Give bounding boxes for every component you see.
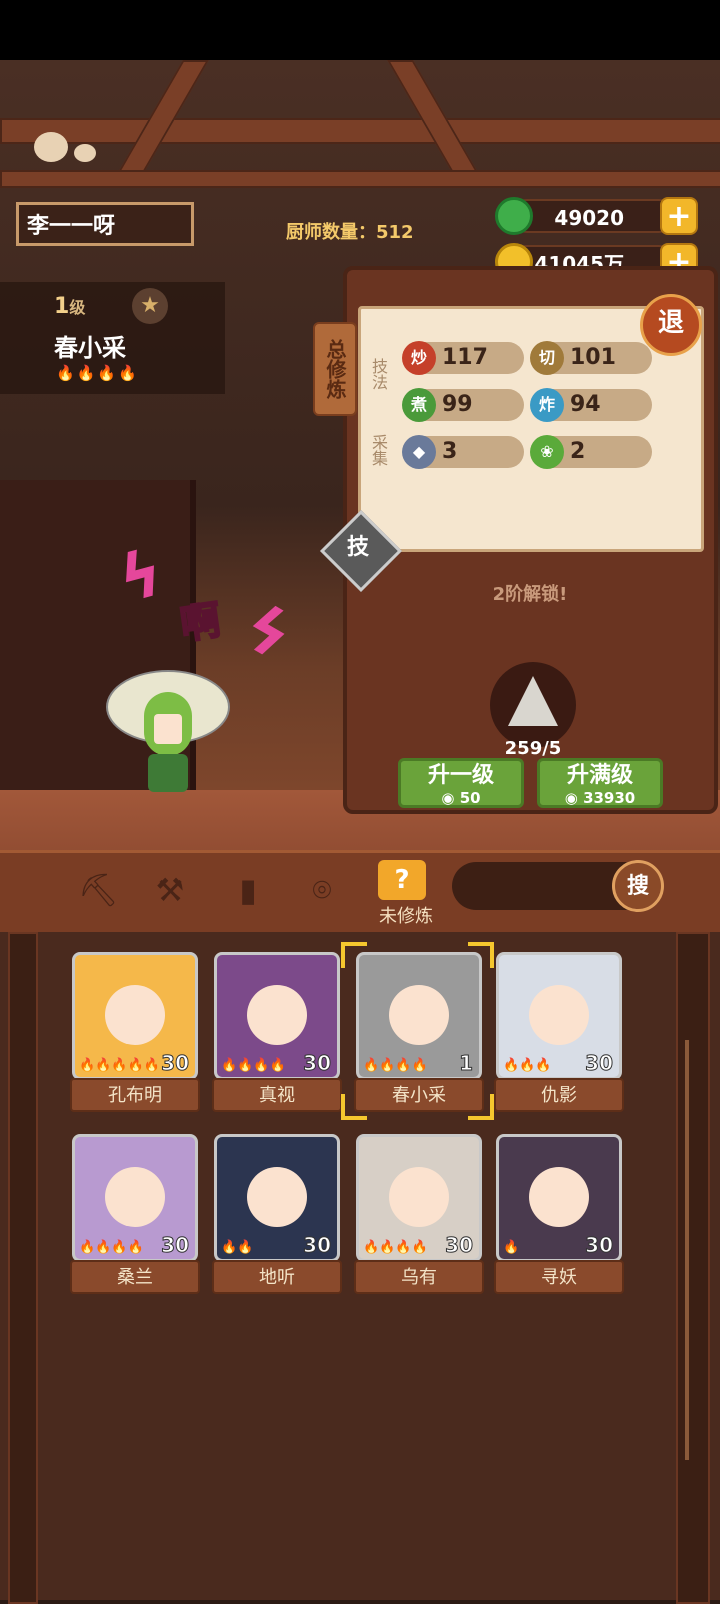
chef-portrait — [105, 985, 165, 1045]
chef-card-name[interactable]: 孔布明 — [70, 1078, 200, 1112]
chef-card-level: 30 — [161, 1051, 190, 1076]
cut-icon: 切 — [530, 341, 564, 375]
player-name[interactable]: 李一一呀 — [16, 202, 194, 246]
chef-count: 厨师数量：512 — [286, 218, 414, 244]
chef-portrait — [247, 1167, 307, 1227]
chef-portrait — [389, 985, 449, 1045]
upgrade-one-button[interactable]: 升一级 ◉ 50 — [398, 758, 524, 808]
jade-currency: 49020 — [510, 199, 676, 233]
untrained-tab-icon[interactable]: ? — [378, 860, 426, 900]
chef-portrait — [389, 1167, 449, 1227]
chef-card-level: 30 — [585, 1051, 614, 1076]
chef-card[interactable]: 🔥🔥🔥 30 — [496, 952, 622, 1080]
cabbage-icon: ❀ — [530, 435, 564, 469]
chef-card-name[interactable]: 寻妖 — [494, 1260, 624, 1294]
selection-corner — [468, 1094, 494, 1120]
character-shout: 啊 — [177, 596, 225, 649]
upgrade-max-cost: ◉ 33930 — [564, 789, 636, 807]
chef-portrait — [529, 1167, 589, 1227]
chef-flames: 🔥🔥🔥🔥 — [56, 364, 139, 382]
roof-beam — [0, 118, 720, 144]
chef-card-flames: 🔥🔥🔥🔥 — [363, 1058, 428, 1073]
chef-portrait — [247, 985, 307, 1045]
chef-card[interactable]: 🔥🔥🔥🔥 30 — [214, 952, 340, 1080]
chef-card-flames: 🔥 — [503, 1240, 520, 1255]
chef-count-label: 厨师数量： — [286, 222, 376, 243]
roof-truss-right — [387, 60, 479, 174]
stir-fry-icon: 炒 — [402, 341, 436, 375]
spatula-icon[interactable]: ⚒ — [150, 870, 190, 910]
chef-card-level: 30 — [303, 1233, 332, 1258]
chef-portrait — [105, 1167, 165, 1227]
scrollbar[interactable] — [685, 1040, 689, 1460]
chef-card-flames: 🔥🔥🔥🔥🔥 — [79, 1058, 160, 1073]
chef-card[interactable]: 🔥🔥 30 — [214, 1134, 340, 1262]
chef-card-level: 30 — [445, 1233, 474, 1258]
chick-icon — [74, 144, 96, 162]
chef-name: 春小采 — [54, 334, 126, 362]
add-jade-button[interactable]: + — [660, 197, 698, 235]
fish-icon: ◆ — [402, 435, 436, 469]
chef-card-flames: 🔥🔥 — [221, 1240, 254, 1255]
skill-button[interactable]: 技 — [332, 522, 384, 574]
chef-card-level: 30 — [161, 1233, 190, 1258]
upgrade-one-cost: ◉ 50 — [441, 789, 481, 807]
exit-button[interactable]: 退 — [640, 294, 702, 356]
status-bar — [0, 0, 720, 60]
upgrade-max-label: 升满级 — [566, 763, 633, 788]
chef-card-level: 1 — [459, 1051, 474, 1076]
chef-card[interactable]: 🔥🔥🔥🔥🔥 30 — [72, 952, 198, 1080]
chef-count-value: 512 — [376, 222, 414, 243]
shovel-icon[interactable]: ⛏ — [78, 870, 119, 910]
chef-card-level: 30 — [303, 1051, 332, 1076]
chef-level-value: 1 — [54, 294, 70, 319]
gather-label: 采集 — [369, 434, 388, 466]
right-rail — [676, 932, 710, 1604]
total-training-tag[interactable]: 总修炼 — [313, 322, 357, 416]
chef-card-flames: 🔥🔥🔥🔥 — [79, 1240, 144, 1255]
chef-card[interactable]: 🔥🔥🔥🔥 30 — [356, 1134, 482, 1262]
chef-card-name[interactable]: 桑兰 — [70, 1260, 200, 1294]
chef-card-level: 30 — [585, 1233, 614, 1258]
chef-card-name[interactable]: 真视 — [212, 1078, 342, 1112]
chef-card-name[interactable]: 仇影 — [494, 1078, 624, 1112]
chef-card[interactable]: 🔥🔥🔥🔥 1 — [356, 952, 482, 1080]
roof-truss-left — [117, 60, 209, 174]
chef-card[interactable]: 🔥 30 — [496, 1134, 622, 1262]
upgrade-one-label: 升一级 — [427, 763, 494, 788]
chef-character-sprite[interactable] — [96, 650, 236, 800]
deep-fry-icon: 炸 — [530, 388, 564, 422]
jade-icon — [495, 197, 533, 235]
left-rail — [8, 932, 38, 1604]
chef-portrait — [529, 985, 589, 1045]
search-button[interactable]: 搜 — [612, 860, 664, 912]
chef-card-flames: 🔥🔥🔥🔥 — [221, 1058, 286, 1073]
chef-card-flames: 🔥🔥🔥 — [503, 1058, 552, 1073]
location-pin-icon[interactable]: ⌾ — [302, 870, 342, 910]
material-count: 259/5 — [504, 738, 562, 759]
upgrade-max-button[interactable]: 升满级 ◉ 33930 — [537, 758, 663, 808]
selection-corner — [468, 942, 494, 968]
shelf-beam — [0, 170, 720, 188]
chick-icon — [34, 132, 68, 162]
selection-corner — [341, 1094, 367, 1120]
chef-card-name[interactable]: 乌有 — [354, 1260, 484, 1294]
jar-icon[interactable]: ▮ — [228, 870, 268, 910]
star-icon[interactable]: ★ — [132, 288, 168, 324]
boil-icon: 煮 — [402, 388, 436, 422]
chef-card-flames: 🔥🔥🔥🔥 — [363, 1240, 428, 1255]
chef-card-name[interactable]: 春小采 — [354, 1078, 484, 1112]
technique-label: 技法 — [369, 358, 388, 390]
chef-card[interactable]: 🔥🔥🔥🔥 30 — [72, 1134, 198, 1262]
chef-level: 1级 — [54, 294, 85, 319]
untrained-tab-label[interactable]: 未修炼 — [366, 902, 446, 928]
unlock-text: 2阶解锁! — [492, 584, 568, 605]
chef-card-name[interactable]: 地听 — [212, 1260, 342, 1294]
selection-corner — [341, 942, 367, 968]
chef-level-unit: 级 — [69, 298, 86, 317]
